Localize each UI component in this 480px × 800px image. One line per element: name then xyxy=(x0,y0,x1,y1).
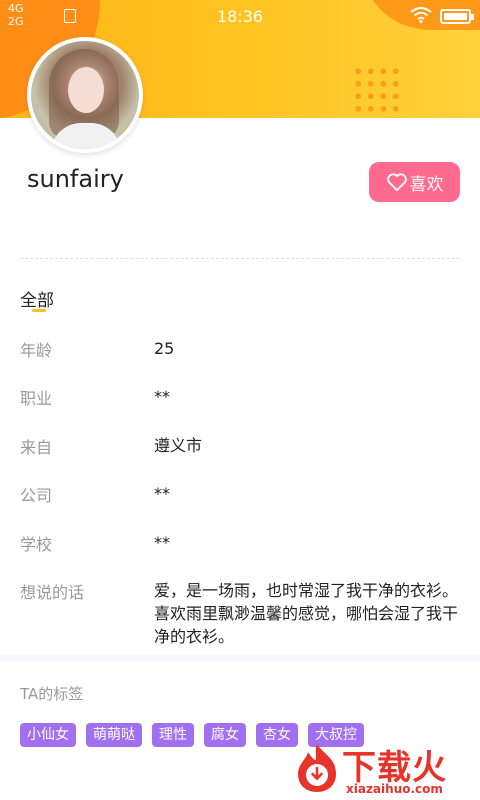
info-value: 遵义市 xyxy=(154,436,203,455)
info-label: 职业 xyxy=(20,389,53,408)
avatar-photo xyxy=(31,41,139,149)
tag-item[interactable]: 小仙女 xyxy=(20,723,76,747)
info-label: 公司 xyxy=(20,486,53,505)
wifi-icon xyxy=(410,7,432,27)
status-time: 18:36 xyxy=(216,7,264,26)
status-bar: 4G 2G 18:36 xyxy=(0,0,480,34)
section-divider xyxy=(20,258,460,259)
info-label: 来自 xyxy=(20,438,53,457)
info-value: ** xyxy=(154,387,170,406)
tags-title: TA的标签 xyxy=(20,685,84,703)
info-label: 想说的话 xyxy=(20,583,85,602)
tag-item[interactable]: 萌萌哒 xyxy=(86,723,142,747)
watermark-domain: xiazaihuo.com xyxy=(346,782,443,796)
like-button-label: 喜欢 xyxy=(409,174,444,195)
heart-icon xyxy=(386,172,408,192)
tab-all[interactable]: 全部 xyxy=(20,286,54,311)
tag-item[interactable]: 理性 xyxy=(152,723,194,747)
info-label: 学校 xyxy=(20,535,53,554)
battery-icon xyxy=(440,9,474,24)
tab-active-indicator xyxy=(32,309,46,312)
like-button[interactable]: 喜欢 xyxy=(369,162,460,202)
info-value: ** xyxy=(154,533,170,552)
info-value: ** xyxy=(154,484,170,503)
decorative-dots xyxy=(352,65,402,117)
username: sunfairy xyxy=(27,165,124,193)
flame-logo-icon xyxy=(292,742,342,794)
watermark: 下载火 xiazaihuo.com xyxy=(292,738,480,800)
tag-item[interactable]: 腐女 xyxy=(204,723,246,747)
info-label: 年龄 xyxy=(20,341,53,360)
info-value-bio: 爱，是一场雨，也时常湿了我干净的衣衫。喜欢雨里飘渺温馨的感觉，哪怕会湿了我干净的… xyxy=(154,581,459,646)
info-value: 25 xyxy=(154,339,175,358)
section-gap xyxy=(0,655,480,662)
avatar[interactable] xyxy=(27,37,143,153)
